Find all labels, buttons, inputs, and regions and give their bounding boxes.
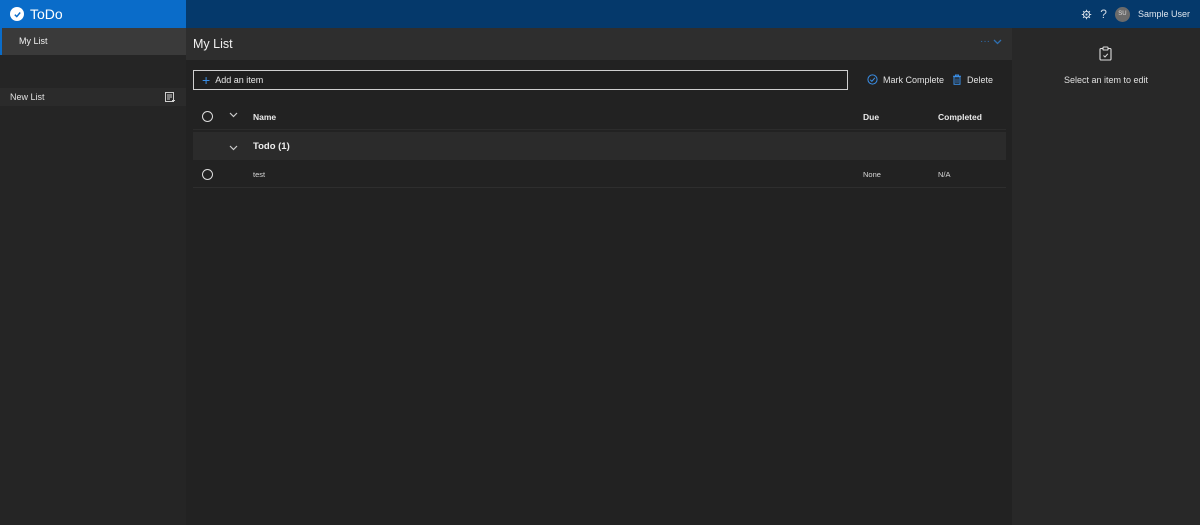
details-panel: Select an item to edit (1012, 28, 1200, 525)
empty-selection-message: Select an item to edit (1063, 75, 1149, 85)
delete-label: Delete (967, 74, 994, 85)
new-list-button[interactable]: New List (0, 88, 186, 106)
new-list-label: New List (10, 92, 45, 102)
item-name: test (253, 170, 266, 179)
check-circle-icon (867, 74, 878, 85)
more-options-button[interactable]: ··· (980, 36, 1002, 47)
app-title: ToDo (30, 6, 63, 22)
table-header: Name Due Completed (193, 104, 1006, 130)
chevron-down-icon (993, 39, 1002, 44)
page-title: My List (193, 37, 233, 51)
item-complete-checkbox[interactable] (202, 169, 213, 180)
column-header-completed[interactable]: Completed (938, 112, 982, 122)
chevron-down-icon[interactable] (229, 110, 238, 120)
new-list-icon (165, 91, 175, 102)
group-label: Todo (1) (253, 141, 290, 152)
column-header-name[interactable]: Name (253, 112, 276, 122)
sidebar: My List New List (0, 28, 186, 525)
add-item-placeholder: Add an item (215, 75, 264, 85)
add-item-input[interactable]: + Add an item (193, 70, 848, 90)
item-due: None (863, 170, 881, 179)
clipboard-icon (1099, 46, 1112, 66)
main-content: My List ··· + Add an item Mark Complete … (186, 28, 1012, 525)
gear-icon[interactable] (1081, 9, 1092, 20)
plus-icon: + (202, 72, 211, 88)
table-row[interactable]: test None N/A (193, 160, 1006, 188)
top-bar: ToDo ? SU Sample User (0, 0, 1200, 28)
check-circle-icon (10, 7, 24, 21)
more-icon: ··· (980, 36, 990, 47)
avatar[interactable]: SU (1114, 6, 1130, 22)
column-header-due[interactable]: Due (863, 112, 879, 122)
group-header[interactable]: Todo (1) (193, 132, 1006, 160)
mark-complete-label: Mark Complete (883, 74, 945, 85)
app-brand[interactable]: ToDo (0, 0, 186, 28)
sidebar-item-my-list[interactable]: My List (0, 28, 186, 55)
user-name[interactable]: Sample User (1138, 9, 1190, 19)
topbar-actions: ? SU Sample User (1081, 0, 1190, 28)
item-completed: N/A (938, 170, 951, 179)
mark-complete-button[interactable]: Mark Complete (867, 74, 944, 85)
chevron-down-icon[interactable] (229, 143, 238, 153)
trash-icon (953, 74, 961, 85)
select-all-checkbox[interactable] (202, 111, 213, 122)
help-icon[interactable]: ? (1100, 0, 1107, 28)
delete-button[interactable]: Delete (952, 74, 993, 85)
list-header: My List ··· (186, 28, 1012, 60)
